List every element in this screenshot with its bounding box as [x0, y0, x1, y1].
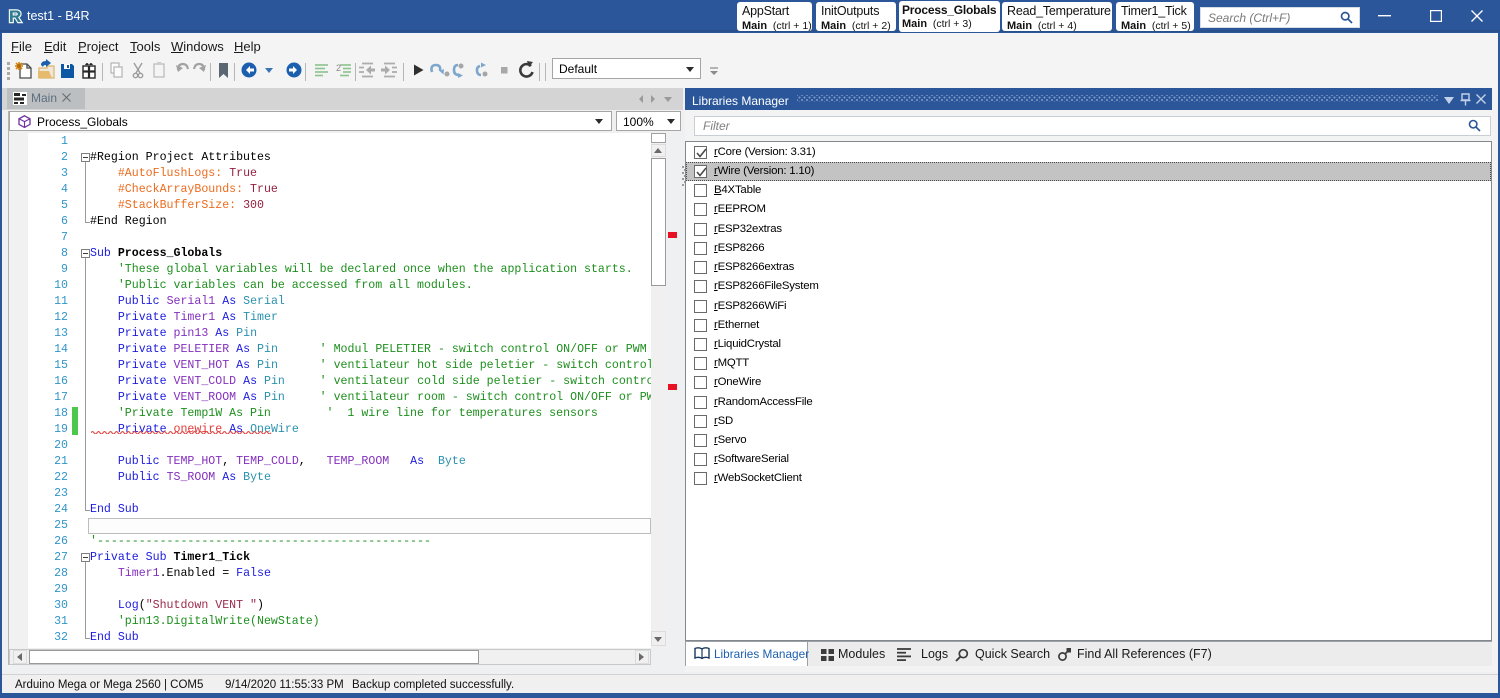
- svg-text:R: R: [9, 7, 21, 26]
- svg-text:2: 2: [336, 63, 341, 73]
